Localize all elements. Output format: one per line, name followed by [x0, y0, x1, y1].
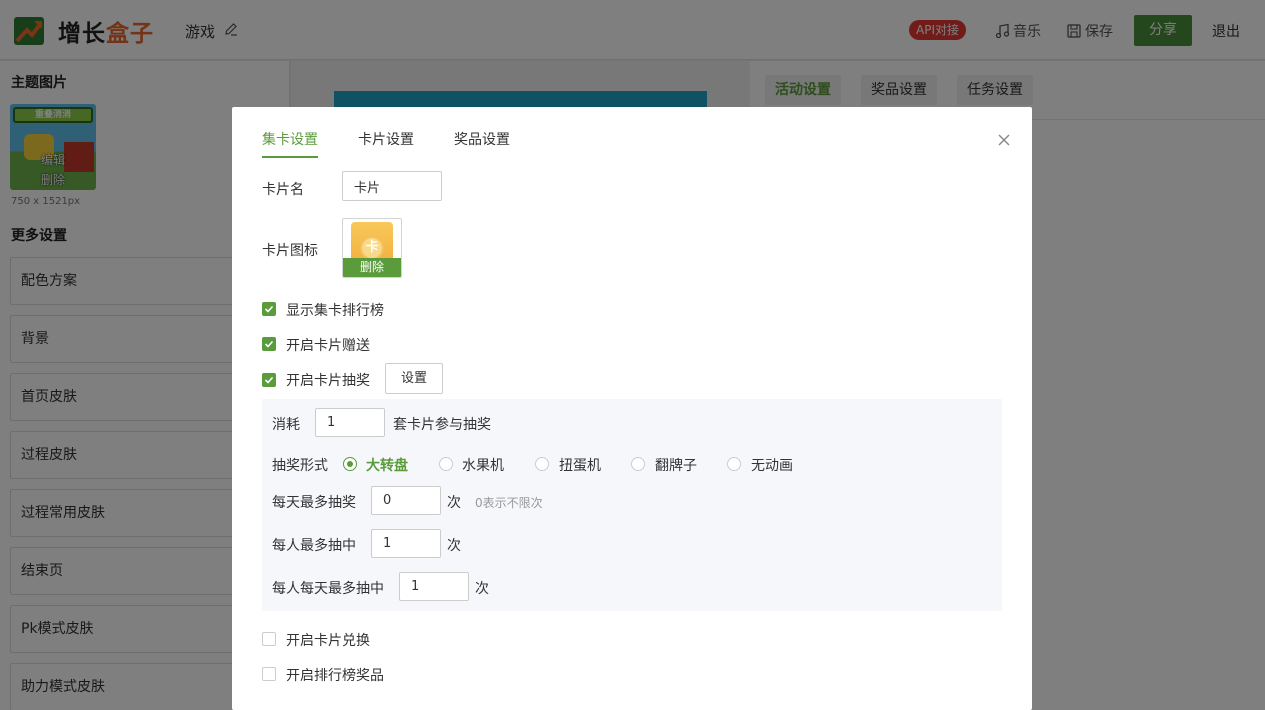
close-icon[interactable] — [997, 133, 1011, 147]
consume-input[interactable] — [315, 408, 385, 437]
enable-exchange-label[interactable]: 开启卡片兑换 — [286, 630, 370, 650]
radio-fruit-machine-label[interactable]: 水果机 — [462, 455, 504, 475]
per-user-daily-input[interactable] — [399, 572, 469, 601]
show-rank-label[interactable]: 显示集卡排行榜 — [286, 300, 384, 320]
per-user-daily-label: 每人每天最多抽中 — [272, 581, 384, 597]
per-user-max-input[interactable] — [371, 529, 441, 558]
checkmark-icon — [264, 305, 274, 313]
radio-wheel[interactable] — [343, 457, 357, 471]
radio-no-animation[interactable] — [727, 457, 741, 471]
checkmark-icon — [264, 376, 274, 384]
enable-exchange-checkbox[interactable] — [262, 632, 276, 646]
consume-label: 消耗 — [272, 417, 300, 433]
radio-gacha[interactable] — [535, 457, 549, 471]
lottery-form-label: 抽奖形式 — [272, 458, 328, 474]
card-icon-uploader[interactable]: 卡 删除 — [342, 218, 402, 278]
card-collection-dialog: 集卡设置 卡片设置 奖品设置 卡片名 卡片图标 卡 删除 显示集卡排行榜 开启卡… — [232, 107, 1032, 710]
enable-rank-prize-label[interactable]: 开启排行榜奖品 — [286, 665, 384, 685]
card-name-input[interactable] — [342, 171, 442, 201]
consume-suffix: 套卡片参与抽奖 — [393, 417, 491, 433]
show-rank-checkbox[interactable] — [262, 302, 276, 316]
daily-max-label: 每天最多抽奖 — [272, 495, 356, 511]
daily-max-hint: 0表示不限次 — [475, 496, 543, 510]
radio-wheel-label[interactable]: 大转盘 — [366, 455, 408, 475]
radio-flip-card-label[interactable]: 翻牌子 — [655, 455, 697, 475]
card-coin-icon: 卡 — [360, 236, 384, 260]
radio-flip-card[interactable] — [631, 457, 645, 471]
radio-gacha-label[interactable]: 扭蛋机 — [559, 455, 601, 475]
enable-lottery-label[interactable]: 开启卡片抽奖 — [286, 370, 370, 390]
tab-card-settings[interactable]: 卡片设置 — [358, 129, 414, 156]
card-name-label: 卡片名 — [262, 182, 304, 198]
daily-max-unit: 次 — [447, 495, 461, 511]
lottery-settings-button[interactable]: 设置 — [385, 363, 443, 394]
tab-card-collection[interactable]: 集卡设置 — [262, 129, 318, 158]
tab-modal-prize-settings[interactable]: 奖品设置 — [454, 129, 510, 156]
enable-gift-label[interactable]: 开启卡片赠送 — [286, 335, 370, 355]
per-user-max-unit: 次 — [447, 538, 461, 554]
enable-rank-prize-checkbox[interactable] — [262, 667, 276, 681]
daily-max-input[interactable] — [371, 486, 441, 515]
radio-no-animation-label[interactable]: 无动画 — [751, 455, 793, 475]
enable-lottery-checkbox[interactable] — [262, 373, 276, 387]
checkmark-icon — [264, 340, 274, 348]
per-user-max-label: 每人最多抽中 — [272, 538, 356, 554]
delete-icon-button[interactable]: 删除 — [343, 258, 401, 277]
enable-gift-checkbox[interactable] — [262, 337, 276, 351]
card-icon-label: 卡片图标 — [262, 243, 318, 259]
per-user-daily-unit: 次 — [475, 581, 489, 597]
radio-fruit-machine[interactable] — [439, 457, 453, 471]
